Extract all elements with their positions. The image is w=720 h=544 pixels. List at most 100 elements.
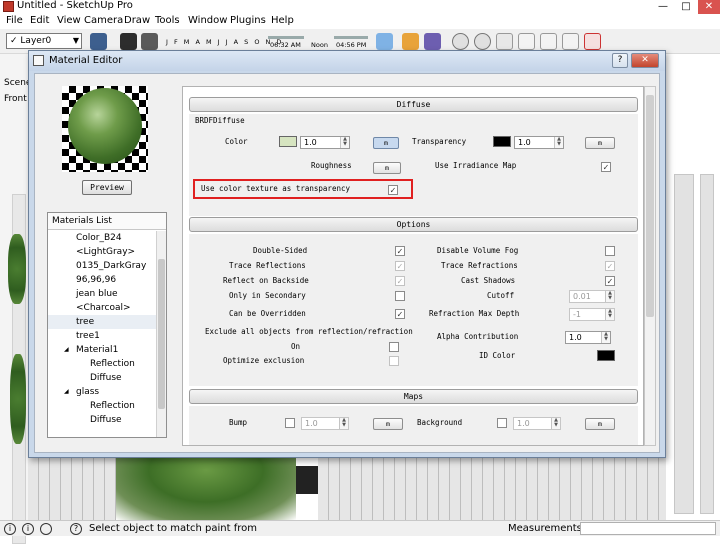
id-color-swatch[interactable] [597,350,615,361]
material-sublayer-item[interactable]: Reflection [48,357,156,371]
trace-refractions-checkbox[interactable]: ✓ [605,261,615,271]
maximize-button[interactable]: □ [675,0,697,14]
menu-plugins[interactable]: Plugins [230,15,266,26]
layer-manager-icon[interactable] [90,33,107,50]
credits-icon[interactable]: i [22,523,34,535]
material-item[interactable]: 96,96,96 [48,273,156,287]
light-icon[interactable] [540,33,557,50]
background-map-button[interactable]: m [585,418,615,430]
expander-icon[interactable] [64,291,70,297]
time-slider-2[interactable] [334,36,368,39]
front-tab[interactable]: Front [4,94,27,104]
menu-tools[interactable]: Tools [155,15,180,26]
roughness-map-button[interactable]: m [373,162,401,174]
material-editor-icon[interactable] [518,33,535,50]
sun-icon[interactable] [376,33,393,50]
bump-checkbox[interactable] [285,418,295,428]
expander-icon[interactable] [64,319,70,325]
expander-icon[interactable] [64,305,70,311]
transparency-amount-field[interactable]: 1.0 ▲ ▼ [514,136,564,149]
menu-camera[interactable]: Camera [84,15,123,26]
render-icon[interactable] [452,33,469,50]
help-icon[interactable]: ? [70,523,82,535]
double-sided-checkbox[interactable]: ✓ [395,246,405,256]
reflect-backside-checkbox[interactable]: ✓ [395,276,405,286]
expander-icon[interactable] [64,235,70,241]
expander-icon[interactable] [64,249,70,255]
menu-window[interactable]: Window [188,15,227,26]
expander-icon[interactable] [64,277,70,283]
expander-icon[interactable] [64,361,70,367]
measurements-input[interactable] [580,522,716,535]
menu-draw[interactable]: Draw [124,15,150,26]
trace-reflections-checkbox[interactable]: ✓ [395,261,405,271]
menu-view[interactable]: View [57,15,81,26]
time-slider[interactable] [268,36,304,39]
material-item[interactable]: tree1 [48,329,156,343]
material-item[interactable]: <Charcoal> [48,301,156,315]
expander-icon[interactable] [64,403,70,409]
layer-dropdown[interactable]: ✓ Layer0 ▼ [6,33,82,49]
only-secondary-checkbox[interactable] [395,291,405,301]
minimize-button[interactable]: — [652,0,674,14]
material-item[interactable]: jean blue [48,287,156,301]
optimize-exclusion-checkbox[interactable] [389,356,399,366]
bump-amount-field[interactable]: 1.0 ▲ ▼ [301,417,349,430]
expander-icon[interactable] [64,417,70,423]
user-icon[interactable] [40,523,52,535]
expander-icon[interactable] [64,333,70,339]
menu-file[interactable]: File [6,15,23,26]
shadows-icon[interactable] [120,33,137,50]
material-item[interactable]: Color_B24 [48,231,156,245]
material-item[interactable]: 0135_DarkGray [48,259,156,273]
menu-edit[interactable]: Edit [30,15,49,26]
diffuse-color-swatch[interactable] [279,136,297,147]
materials-list-scrollbar[interactable] [156,231,166,437]
cutoff-field[interactable]: 0.01 ▲ ▼ [569,290,615,303]
maps-section-header[interactable]: Maps [189,389,638,404]
dialog-close-button[interactable]: ✕ [631,53,659,68]
geo-location-icon[interactable]: i [4,523,16,535]
expander-icon[interactable] [64,263,70,269]
close-button[interactable]: ✕ [698,0,720,14]
shadow-settings-icon[interactable] [141,33,158,50]
material-item[interactable]: ◢ glass [48,385,156,399]
diffuse-section-header[interactable]: Diffuse [189,97,638,112]
cancel-render-icon[interactable] [584,33,601,50]
scroll-thumb[interactable] [646,95,654,317]
expander-icon[interactable] [64,375,70,381]
month-selector[interactable]: J F M A M J J A S O N D [166,38,283,46]
material-item[interactable]: tree [48,315,156,329]
transparency-map-button[interactable]: m [585,137,615,149]
exclude-on-checkbox[interactable] [389,342,399,352]
properties-scrollbar[interactable] [644,86,656,446]
color-amount-field[interactable]: 1.0 ▲ ▼ [300,136,350,149]
alpha-contribution-field[interactable]: 1.0 ▲ ▼ [565,331,611,344]
preview-button[interactable]: Preview [82,180,132,195]
scroll-thumb[interactable] [158,259,165,409]
sphere-light-icon[interactable] [562,33,579,50]
material-sublayer-item[interactable]: Diffuse [48,371,156,385]
material-sublayer-item[interactable]: Reflection [48,399,156,413]
irradiance-checkbox[interactable]: ✓ [601,162,611,172]
refraction-max-depth-field[interactable]: -1 ▲ ▼ [569,308,615,321]
can-be-overridden-checkbox[interactable]: ✓ [395,309,405,319]
cast-shadows-checkbox[interactable]: ✓ [605,276,615,286]
frame-buffer-icon[interactable] [496,33,513,50]
options-section-header[interactable]: Options [189,217,638,232]
disable-volume-fog-checkbox[interactable] [605,246,615,256]
walk-icon[interactable] [402,33,419,50]
transparency-swatch[interactable] [493,136,511,147]
options-icon[interactable] [474,33,491,50]
background-amount-field[interactable]: 1.0 ▲ ▼ [513,417,561,430]
color-map-button[interactable]: m [373,137,399,149]
menu-help[interactable]: Help [271,15,294,26]
help-button[interactable]: ? [612,53,628,68]
material-item[interactable]: <LightGray> [48,245,156,259]
paint-icon[interactable] [424,33,441,50]
background-checkbox[interactable] [497,418,507,428]
material-item[interactable]: ◢ Material1 [48,343,156,357]
expander-icon[interactable]: ◢ [64,389,70,395]
expander-icon[interactable]: ◢ [64,347,70,353]
material-sublayer-item[interactable]: Diffuse [48,413,156,427]
